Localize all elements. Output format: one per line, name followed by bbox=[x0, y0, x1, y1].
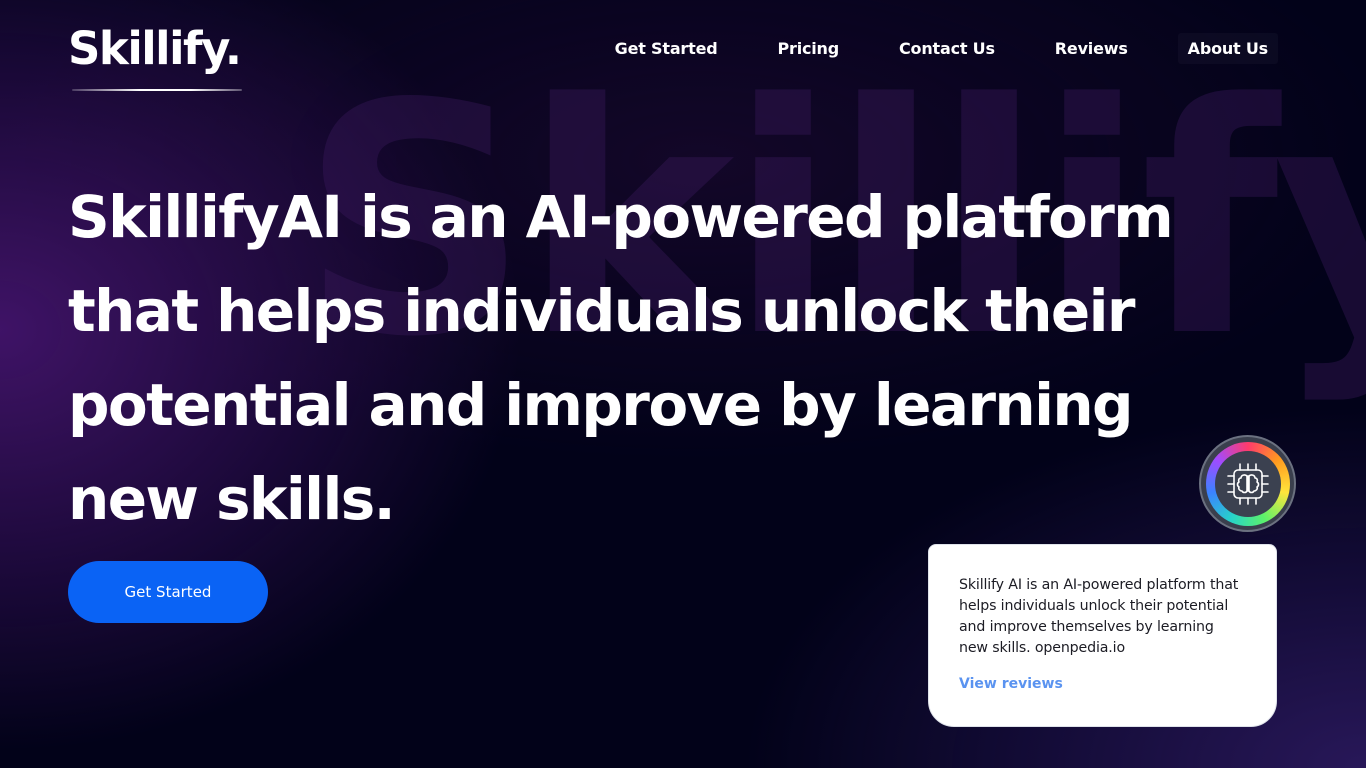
site-logo[interactable]: Skillify. bbox=[68, 24, 242, 74]
main-nav: Get Started Pricing Contact Us Reviews A… bbox=[565, 33, 1278, 64]
info-card: Skillify AI is an AI-powered platform th… bbox=[928, 544, 1277, 727]
nav-pricing[interactable]: Pricing bbox=[767, 33, 849, 64]
hero-headline: SkillifyAI is an AI-powered platform tha… bbox=[68, 183, 1174, 533]
view-reviews-link[interactable]: View reviews bbox=[959, 676, 1063, 692]
nav-get-started[interactable]: Get Started bbox=[605, 33, 728, 64]
nav-reviews[interactable]: Reviews bbox=[1045, 33, 1138, 64]
gradient-ring bbox=[1205, 441, 1290, 526]
card-description: Skillify AI is an AI-powered platform th… bbox=[959, 577, 1239, 656]
nav-contact-us[interactable]: Contact Us bbox=[889, 33, 1005, 64]
ai-assistant-badge[interactable] bbox=[1199, 435, 1296, 532]
nav-about-us[interactable]: About Us bbox=[1178, 33, 1278, 64]
get-started-button[interactable]: Get Started bbox=[68, 561, 268, 623]
logo-underline bbox=[72, 89, 242, 91]
brain-chip-icon bbox=[1214, 450, 1281, 517]
